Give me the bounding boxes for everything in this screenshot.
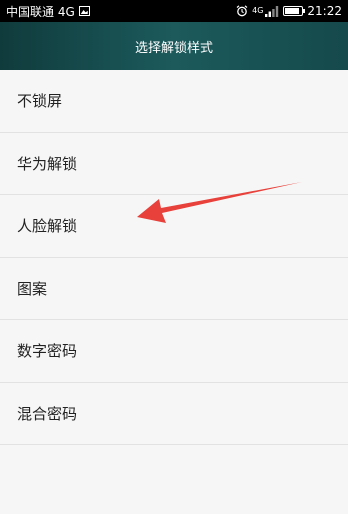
- page-title: 选择解锁样式: [134, 40, 213, 56]
- gallery-notification-icon: [78, 6, 90, 16]
- network-type-label: 4G: [252, 6, 264, 15]
- option-label: 图案: [17, 279, 48, 298]
- option-no-lock[interactable]: 不锁屏: [0, 70, 348, 133]
- option-label: 混合密码: [17, 404, 78, 423]
- carrier-label: 中国联通 4G: [6, 4, 75, 19]
- alarm-icon: [236, 5, 248, 17]
- option-huawei-unlock[interactable]: 华为解锁: [0, 133, 348, 195]
- battery-icon: [283, 6, 306, 16]
- option-label: 不锁屏: [17, 92, 63, 111]
- option-pattern[interactable]: 图案: [0, 258, 348, 320]
- unlock-style-list: 不锁屏 华为解锁 人脸解锁 图案 数字密码 混合密码: [0, 70, 348, 445]
- clock: 21:22: [307, 4, 342, 18]
- status-bar: 中国联通 4G 4G 21:22: [0, 0, 348, 22]
- option-label: 华为解锁: [17, 154, 78, 173]
- option-label: 人脸解锁: [17, 217, 78, 236]
- option-pin[interactable]: 数字密码: [0, 320, 348, 383]
- title-bar: 选择解锁样式: [0, 22, 348, 70]
- signal-strength-icon: [265, 5, 279, 17]
- option-mixed-password[interactable]: 混合密码: [0, 383, 348, 445]
- status-right: 4G 21:22: [236, 4, 342, 18]
- battery-level-fill: [285, 8, 299, 14]
- option-label: 数字密码: [17, 342, 78, 361]
- option-face-unlock[interactable]: 人脸解锁: [0, 195, 348, 258]
- status-left: 中国联通 4G: [6, 3, 90, 20]
